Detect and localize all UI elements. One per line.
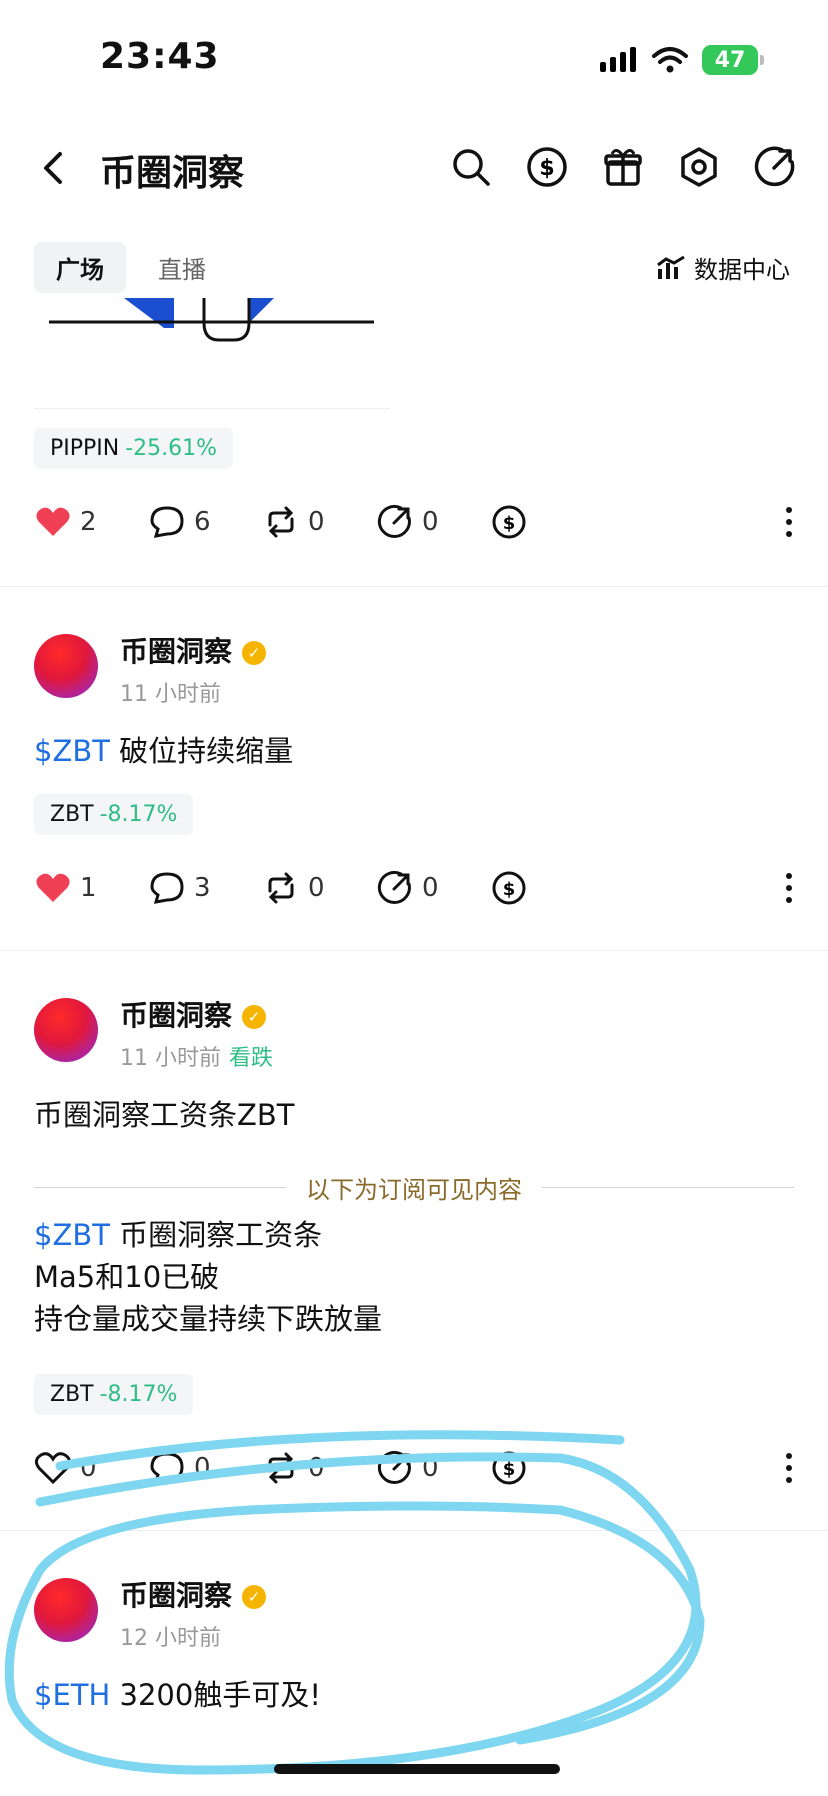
comment-count: 6 (194, 507, 211, 537)
tip-button[interactable]: $ (490, 503, 604, 541)
post-body: $ZBT 破位持续缩量 (34, 730, 293, 772)
ticker-chip[interactable]: ZBT -8.17% (34, 1374, 194, 1415)
comment-count: 3 (194, 873, 211, 903)
tab-bar: 广场 直播 (34, 242, 228, 293)
data-center-link[interactable]: 数据中心 (656, 250, 790, 285)
author-row: 币圈洞察 ✓ (120, 994, 267, 1034)
post-divider (0, 586, 828, 587)
ticker-chip[interactable]: ZBT -8.17% (34, 794, 194, 835)
post-body: $ZBT 币圈洞察工资条 Ma5和10已破 持仓量成交量持续下跌放量 (34, 1214, 382, 1340)
post-time: 11 小时前 (120, 682, 221, 707)
header-actions: $ (448, 144, 798, 190)
post-line: 币圈洞察工资条 (119, 1218, 323, 1252)
share-post-button[interactable]: 0 (376, 869, 490, 907)
chip-symbol: ZBT (50, 802, 94, 827)
svg-text:$: $ (539, 156, 554, 181)
repost-button[interactable]: 0 (262, 869, 376, 907)
data-center-label: 数据中心 (694, 256, 790, 284)
share-icon (377, 870, 411, 904)
post-time: 11 小时前 (120, 1046, 221, 1071)
ticker-link[interactable]: $ZBT (34, 734, 110, 768)
chart-icon (657, 255, 685, 279)
share-icon (377, 504, 411, 538)
header: 币圈洞察 $ (0, 140, 828, 204)
like-button[interactable]: 1 (34, 869, 148, 907)
repost-icon (268, 506, 294, 538)
repost-icon (268, 872, 294, 904)
page-title: 币圈洞察 (100, 153, 245, 194)
like-count: 2 (80, 507, 97, 537)
gift-icon[interactable] (600, 144, 646, 190)
like-button[interactable]: 2 (34, 503, 148, 541)
repost-count: 0 (308, 507, 325, 537)
chip-symbol: ZBT (50, 1382, 94, 1407)
share-count: 0 (422, 507, 439, 537)
post-line: 持仓量成交量持续下跌放量 (34, 1302, 383, 1337)
signal-icon (600, 47, 636, 72)
comment-icon (150, 506, 184, 538)
comment-button[interactable]: 3 (148, 869, 262, 907)
like-count: 1 (80, 873, 97, 903)
dollar-coin-icon: $ (492, 505, 526, 539)
avatar[interactable] (34, 634, 98, 698)
chip-change: -25.61% (125, 436, 218, 461)
post-image-preview[interactable] (34, 298, 390, 409)
settings-icon[interactable] (676, 144, 722, 190)
post-actions: 2 6 0 0 $ (34, 500, 794, 544)
svg-text:$: $ (503, 879, 516, 900)
heart-filled-icon (36, 507, 70, 536)
dollar-coin-icon: $ (492, 871, 526, 905)
author-name[interactable]: 币圈洞察 (120, 999, 232, 1032)
chip-symbol: PIPPIN (50, 436, 120, 461)
heart-filled-icon (36, 873, 70, 902)
repost-count: 0 (308, 873, 325, 903)
search-icon[interactable] (448, 144, 494, 190)
ticker-chip[interactable]: PIPPIN -25.61% (34, 428, 234, 469)
divider-line (34, 1186, 286, 1188)
tip-button[interactable]: $ (490, 869, 604, 907)
comment-icon (150, 872, 184, 904)
verified-badge-icon: ✓ (242, 641, 267, 665)
tab-live[interactable]: 直播 (136, 242, 228, 293)
chip-change: -8.17% (99, 1382, 178, 1407)
share-icon[interactable] (752, 144, 798, 190)
post-text: 破位持续缩量 (119, 734, 294, 768)
repost-button[interactable]: 0 (262, 503, 376, 541)
author-row: 币圈洞察 ✓ (120, 630, 267, 670)
share-post-button[interactable]: 0 (376, 503, 490, 541)
battery-indicator: 47 (702, 45, 764, 75)
post-divider (0, 950, 828, 951)
divider-line (542, 1186, 794, 1188)
svg-text:$: $ (503, 513, 516, 534)
comment-button[interactable]: 6 (148, 503, 262, 541)
dollar-coin-icon[interactable]: $ (524, 144, 570, 190)
home-indicator (274, 1764, 560, 1774)
verified-badge-icon: ✓ (242, 1005, 267, 1029)
tab-square[interactable]: 广场 (34, 242, 126, 293)
more-options-icon[interactable] (784, 504, 794, 540)
ticker-link[interactable]: $ZBT (34, 1218, 110, 1252)
post-line: Ma5和10已破 (34, 1260, 220, 1295)
more-options-icon[interactable] (784, 870, 794, 906)
subscribe-notice: 以下为订阅可见内容 (306, 1175, 522, 1204)
subscribe-divider: 以下为订阅可见内容 (34, 1172, 794, 1204)
chip-change: -8.17% (99, 802, 178, 827)
post-actions: 1 3 0 0 $ (34, 866, 794, 910)
battery-level: 47 (714, 47, 746, 73)
avatar[interactable] (34, 998, 98, 1062)
share-count: 0 (422, 873, 439, 903)
hand-drawn-circle-annotation (4, 1430, 705, 1775)
cartoon-image (49, 298, 374, 342)
post-text: 币圈洞察工资条ZBT (34, 1098, 295, 1132)
back-arrow-icon[interactable] (34, 148, 74, 188)
author-name[interactable]: 币圈洞察 (120, 635, 232, 668)
status-time: 23:43 (100, 36, 220, 77)
status-icons: 47 (598, 44, 764, 76)
sentiment-badge: 看跌 (229, 1046, 274, 1071)
post-meta: 11 小时前 看跌 (120, 1040, 273, 1072)
wifi-icon (652, 47, 688, 73)
